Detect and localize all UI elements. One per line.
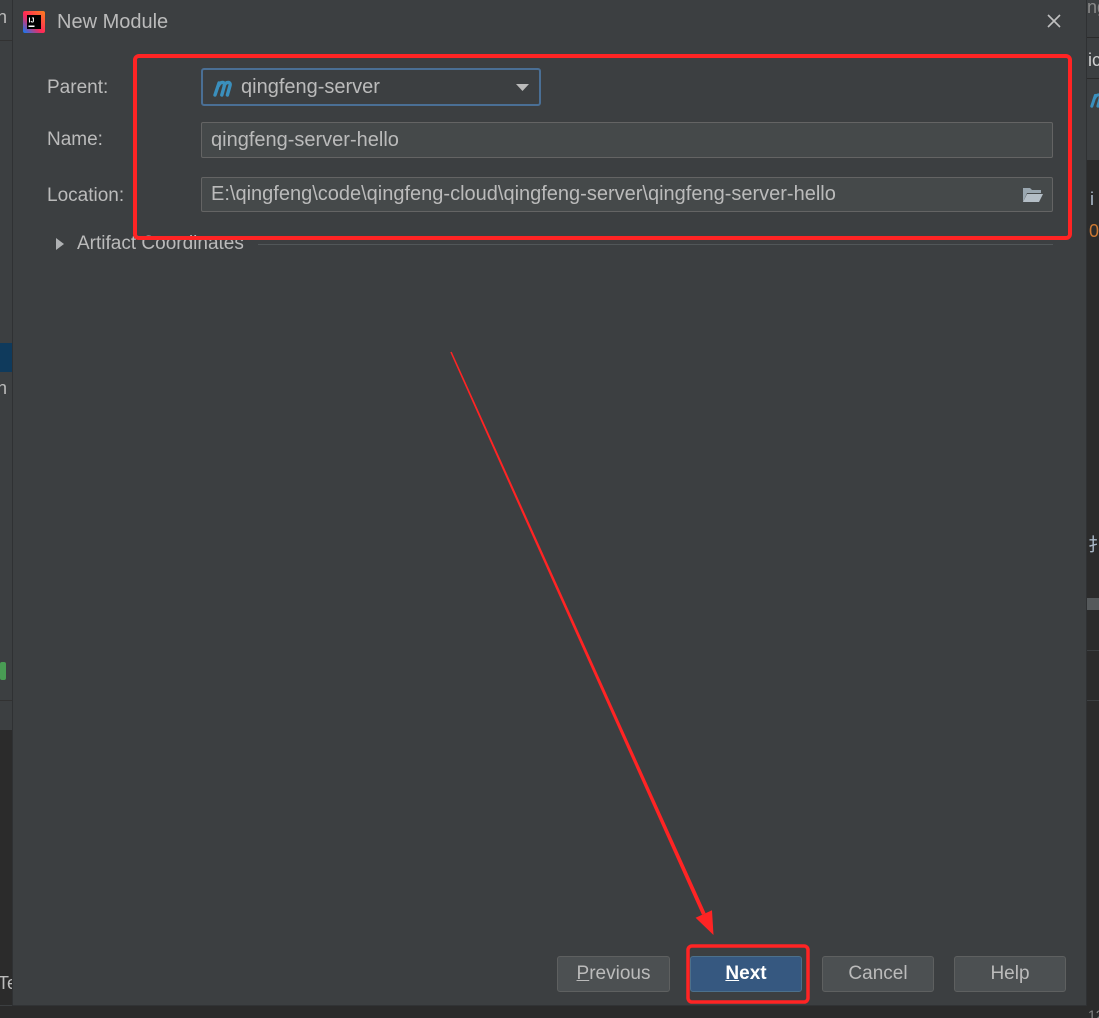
name-field[interactable] [201,122,1053,158]
ide-divider [0,1005,12,1006]
logo-lettering: IJ [29,18,35,25]
ide-divider [1087,78,1099,79]
parent-dropdown[interactable]: qingfeng-server [201,68,541,106]
screen: n n Te ng ic i 0 扌 12 [0,0,1099,1018]
logo-bar [28,25,35,27]
ide-divider [1087,700,1099,701]
maven-icon [1090,93,1099,108]
previous-button[interactable]: Previous [557,956,670,992]
chevron-down-glyph [516,84,529,91]
intellij-logo-icon: IJ [23,11,45,33]
previous-button-label: Previous [576,963,651,984]
dialog-title: New Module [57,11,169,33]
artifact-coordinates-toggle[interactable] [56,238,64,250]
folder-icon[interactable] [1022,186,1044,204]
cancel-button-label: Cancel [848,963,908,984]
ide-divider [0,700,12,701]
name-label: Name: [47,129,103,150]
ide-text-fragment: ng [1087,0,1099,17]
ide-scrollbar [1087,598,1099,610]
location-label: Location: [47,185,125,206]
maven-icon-glyph [1090,93,1099,108]
ide-tab-area [1087,0,1099,160]
ide-text-fragment: 0 [1089,221,1099,241]
ide-background-right-edge: ng ic i 0 扌 12 [1087,0,1099,1018]
ide-text-fragment: 12 [1088,1007,1099,1018]
ide-divider [1087,37,1099,38]
artifact-coordinates-separator [258,244,1053,245]
ide-text-fragment: i [1090,189,1094,209]
close-icon-glyph [1047,14,1061,28]
location-field[interactable] [201,177,1053,212]
new-module-dialog: IJ New Module Parent: qingfeng-server Na… [12,0,1087,1006]
parent-dropdown-value: qingfeng-server [241,75,380,98]
ide-text-fragment: n [0,7,8,27]
ide-text-fragment: n [0,378,8,398]
close-icon[interactable] [1046,13,1062,29]
ide-text-fragment: Te [0,973,12,993]
next-button[interactable]: Next [690,956,802,992]
help-button[interactable]: Help [954,956,1066,992]
next-button-label: Next [725,963,767,984]
maven-icon-glyph [213,80,232,97]
run-icon [0,662,6,680]
ide-text-fragment: ic [1088,50,1099,70]
maven-icon [213,80,232,97]
ide-text-fragment: 扌 [1088,535,1099,555]
ide-background-left-edge: n n Te [0,0,12,1018]
cancel-button[interactable]: Cancel [822,956,934,992]
ide-divider [0,40,12,41]
ide-divider [1087,650,1099,651]
artifact-coordinates-label[interactable]: Artifact Coordinates [77,232,244,256]
ide-selected-row [0,343,12,372]
parent-label: Parent: [47,77,109,98]
help-button-label: Help [990,963,1030,984]
chevron-down-icon[interactable] [516,84,529,92]
chevron-right-icon [56,238,64,250]
